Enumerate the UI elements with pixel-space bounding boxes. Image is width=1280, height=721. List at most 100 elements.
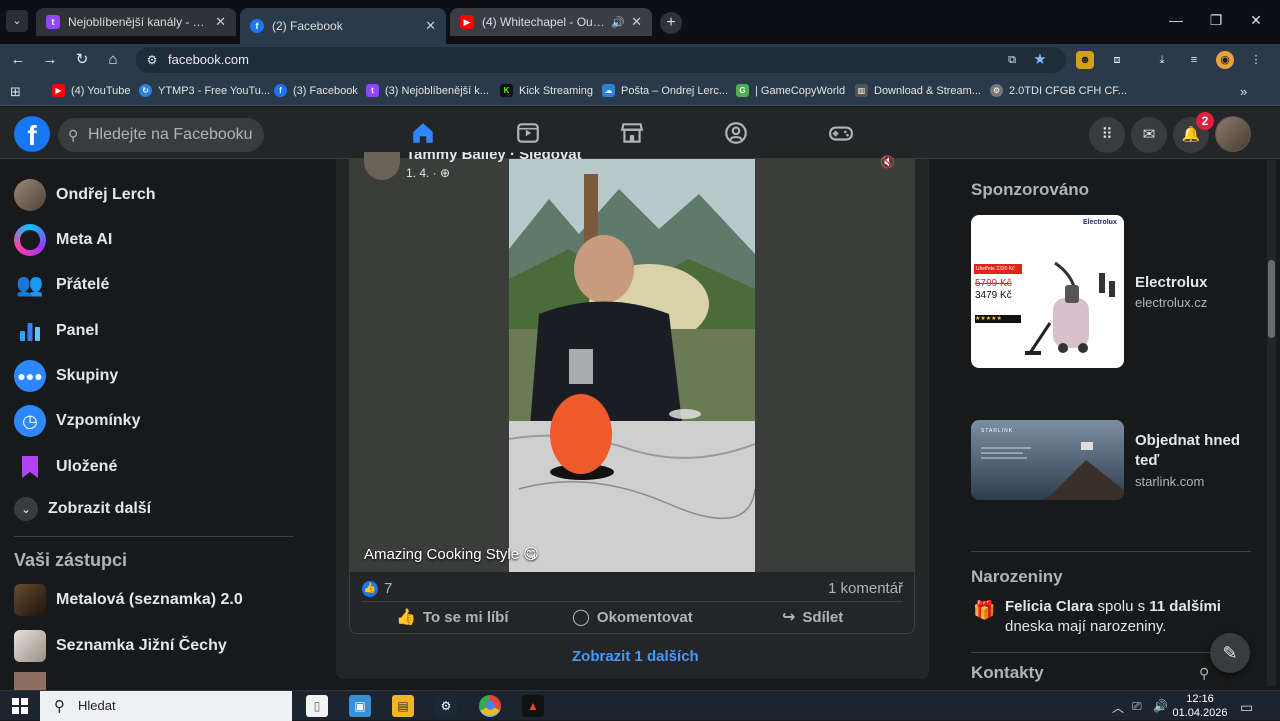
birthday-text[interactable]: Felicia Clara spolu s 11 dalšími dneska … — [1005, 597, 1235, 637]
bookmark-gamecopyworld[interactable]: G | GameCopyWorld — [736, 84, 845, 97]
close-icon[interactable]: ✕ — [631, 14, 642, 30]
restore-icon[interactable]: ❐ — [1206, 12, 1226, 29]
steam-icon[interactable]: ⚙ — [435, 695, 457, 717]
comment-button[interactable]: ◯ Okomentovat — [572, 607, 693, 627]
bookmarks-overflow-icon[interactable]: » — [1240, 84, 1247, 99]
mute-icon[interactable]: 🔇 — [880, 155, 895, 169]
post-divider — [362, 601, 902, 602]
speaker-icon[interactable]: 🔊 — [611, 16, 625, 29]
sidebar-item-show-more[interactable]: ⌄ Zobrazit další — [14, 489, 151, 529]
tab-twitch[interactable]: t Nejoblíbenější kanály - Twitch ✕ — [36, 8, 236, 36]
bookmark-facebook[interactable]: f (3) Facebook — [274, 84, 358, 97]
bookmark-twitch[interactable]: t (3) Nejoblíbenější k... — [366, 84, 489, 97]
scrollbar-thumb[interactable] — [1268, 260, 1275, 338]
install-app-icon[interactable]: ⧉ — [1003, 51, 1021, 69]
download-icon[interactable]: ⤓ — [1153, 51, 1171, 69]
menu-grid-icon[interactable]: ⠿ — [1089, 117, 1125, 153]
bookmark-ytmp3[interactable]: ↻ YTMP3 - Free YouTu... — [139, 84, 270, 97]
video-nav-icon[interactable] — [515, 120, 541, 146]
sidebar-item-label: Ondřej Lerch — [56, 186, 156, 203]
notepad-icon[interactable]: ▯ — [306, 695, 328, 717]
clock-time: 12:16 — [1186, 693, 1214, 705]
ad-title[interactable]: Objednat hned teď — [1135, 431, 1245, 471]
groups-nav-icon[interactable] — [723, 120, 749, 146]
shortcut-item[interactable] — [14, 672, 56, 690]
extension-icon[interactable]: ☻ — [1076, 51, 1094, 69]
file-explorer-icon[interactable]: ▤ — [392, 695, 414, 717]
minimize-icon[interactable]: — — [1166, 12, 1186, 28]
comment-label: Okomentovat — [596, 608, 693, 626]
ad-image-electrolux[interactable]: Electrolux Ušetřete 2320 Kč 5799 Kč 3479… — [971, 215, 1124, 368]
home-nav-icon[interactable] — [410, 120, 436, 146]
tray-overflow-icon[interactable]: ︿ — [1112, 699, 1124, 716]
account-avatar[interactable] — [1215, 116, 1251, 152]
new-tab-button[interactable]: + — [660, 12, 682, 34]
sidebar-item-panel[interactable]: Panel — [14, 311, 99, 351]
extensions-puzzle-icon[interactable]: ⧈ — [1108, 51, 1126, 69]
facebook-logo[interactable]: f — [14, 116, 50, 152]
bookmark-tdi[interactable]: ⚙ 2.0TDI CFGB CFH CF... — [990, 84, 1127, 97]
tab-search-chevron-icon[interactable]: ⌄ — [6, 10, 28, 32]
contacts-search-icon[interactable]: ⚲ — [1199, 665, 1209, 682]
search-icon: ⚲ — [54, 698, 65, 715]
sidebar-item-saved[interactable]: Uložené — [14, 447, 117, 487]
taskbar-search-input[interactable]: ⚲ Hledat — [40, 691, 292, 721]
like-button[interactable]: 👍 To se mi líbí — [396, 607, 509, 627]
reload-icon[interactable]: ↻ — [72, 50, 92, 70]
facebook-search-input[interactable]: ⚲ Hledejte na Facebooku — [58, 118, 264, 152]
bookmark-kick[interactable]: K Kick Streaming — [500, 84, 593, 97]
home-icon[interactable]: ⌂ — [103, 50, 123, 70]
network-icon[interactable]: ⎚ — [1132, 699, 1142, 714]
bookmark-posta[interactable]: ☁ Pošta – Ondrej Lerc... — [602, 84, 728, 97]
profile-icon[interactable]: ◉ — [1216, 51, 1234, 69]
show-more-comments-link[interactable]: Zobrazit 1 dalších — [572, 648, 699, 665]
site-info-icon[interactable]: ⚙ — [144, 52, 160, 68]
share-button[interactable]: ↪ Sdílet — [782, 607, 843, 627]
sidebar-item-groups[interactable]: ●●● Skupiny — [14, 356, 118, 396]
ad-image-starlink[interactable]: STARLINK — [971, 420, 1124, 500]
tab-youtube[interactable]: ▶ (4) Whitechapel - Our Endl 🔊 ✕ — [450, 8, 652, 36]
comment-count[interactable]: 1 komentář — [828, 580, 903, 597]
back-icon[interactable]: ← — [8, 50, 28, 70]
new-message-button[interactable]: ✎ — [1210, 633, 1250, 673]
post-date[interactable]: 1. 4. · ⊕ — [406, 166, 450, 180]
browser-toolbar: ← → ↻ ⌂ ⚙ facebook.com ⧉ ★ ☻ ⧈ ⤓ ≡ ◉ ⋮ — [0, 44, 1280, 76]
sidebar-item-meta-ai[interactable]: Meta AI — [14, 220, 112, 260]
photos-icon[interactable]: ▣ — [349, 695, 371, 717]
notification-center-icon[interactable]: ▭ — [1240, 699, 1253, 716]
sidebar-item-friends[interactable]: 👥 Přátelé — [14, 265, 109, 305]
reaction-summary[interactable]: 👍 7 — [362, 580, 392, 597]
media-control-icon[interactable]: ≡ — [1185, 51, 1203, 69]
bookmark-download-stream[interactable]: ▥ Download & Stream... — [855, 84, 981, 97]
forward-icon[interactable]: → — [40, 50, 60, 70]
shortcut-item[interactable]: Metalová (seznamka) 2.0 — [14, 580, 243, 620]
menu-icon[interactable]: ⋮ — [1247, 51, 1265, 69]
windows-start-icon[interactable] — [12, 698, 28, 714]
marketplace-nav-icon[interactable] — [619, 120, 645, 146]
sidebar-item-memories[interactable]: ◷ Vzpomínky — [14, 401, 140, 441]
bookmark-youtube[interactable]: ▶ (4) YouTube — [52, 84, 131, 97]
gaming-nav-icon[interactable] — [828, 120, 854, 146]
tab-facebook[interactable]: f (2) Facebook ✕ — [240, 8, 446, 44]
address-bar[interactable]: ⚙ facebook.com — [136, 47, 1066, 73]
messenger-icon[interactable]: ✉ — [1131, 117, 1167, 153]
chrome-icon[interactable] — [479, 695, 501, 717]
shortcut-item[interactable]: Seznamka Jižní Čechy — [14, 626, 227, 666]
ad-title[interactable]: Electrolux — [1135, 273, 1208, 293]
ad-url[interactable]: starlink.com — [1135, 474, 1204, 489]
ad-url[interactable]: electrolux.cz — [1135, 295, 1207, 310]
apps-grid-icon[interactable]: ⊞ — [10, 84, 21, 100]
bookmark-star-icon[interactable]: ★ — [1031, 51, 1049, 69]
window-close-icon[interactable]: ✕ — [1246, 12, 1266, 29]
taskbar-clock[interactable]: 12:16 01.04.2026 — [1172, 692, 1228, 720]
close-icon[interactable]: ✕ — [425, 18, 436, 34]
sidebar-item-label: Zobrazit další — [48, 500, 152, 517]
volume-icon[interactable]: 🔊 — [1153, 699, 1168, 713]
post-video[interactable] — [349, 159, 915, 572]
sidebar-item-profile[interactable]: Ondřej Lerch — [14, 175, 156, 215]
app-icon[interactable]: ▲ — [522, 695, 544, 717]
edit-icon: ✎ — [1222, 643, 1238, 663]
close-icon[interactable]: ✕ — [215, 14, 226, 30]
address-text[interactable]: facebook.com — [168, 52, 249, 67]
scrollbar[interactable] — [1267, 160, 1276, 686]
